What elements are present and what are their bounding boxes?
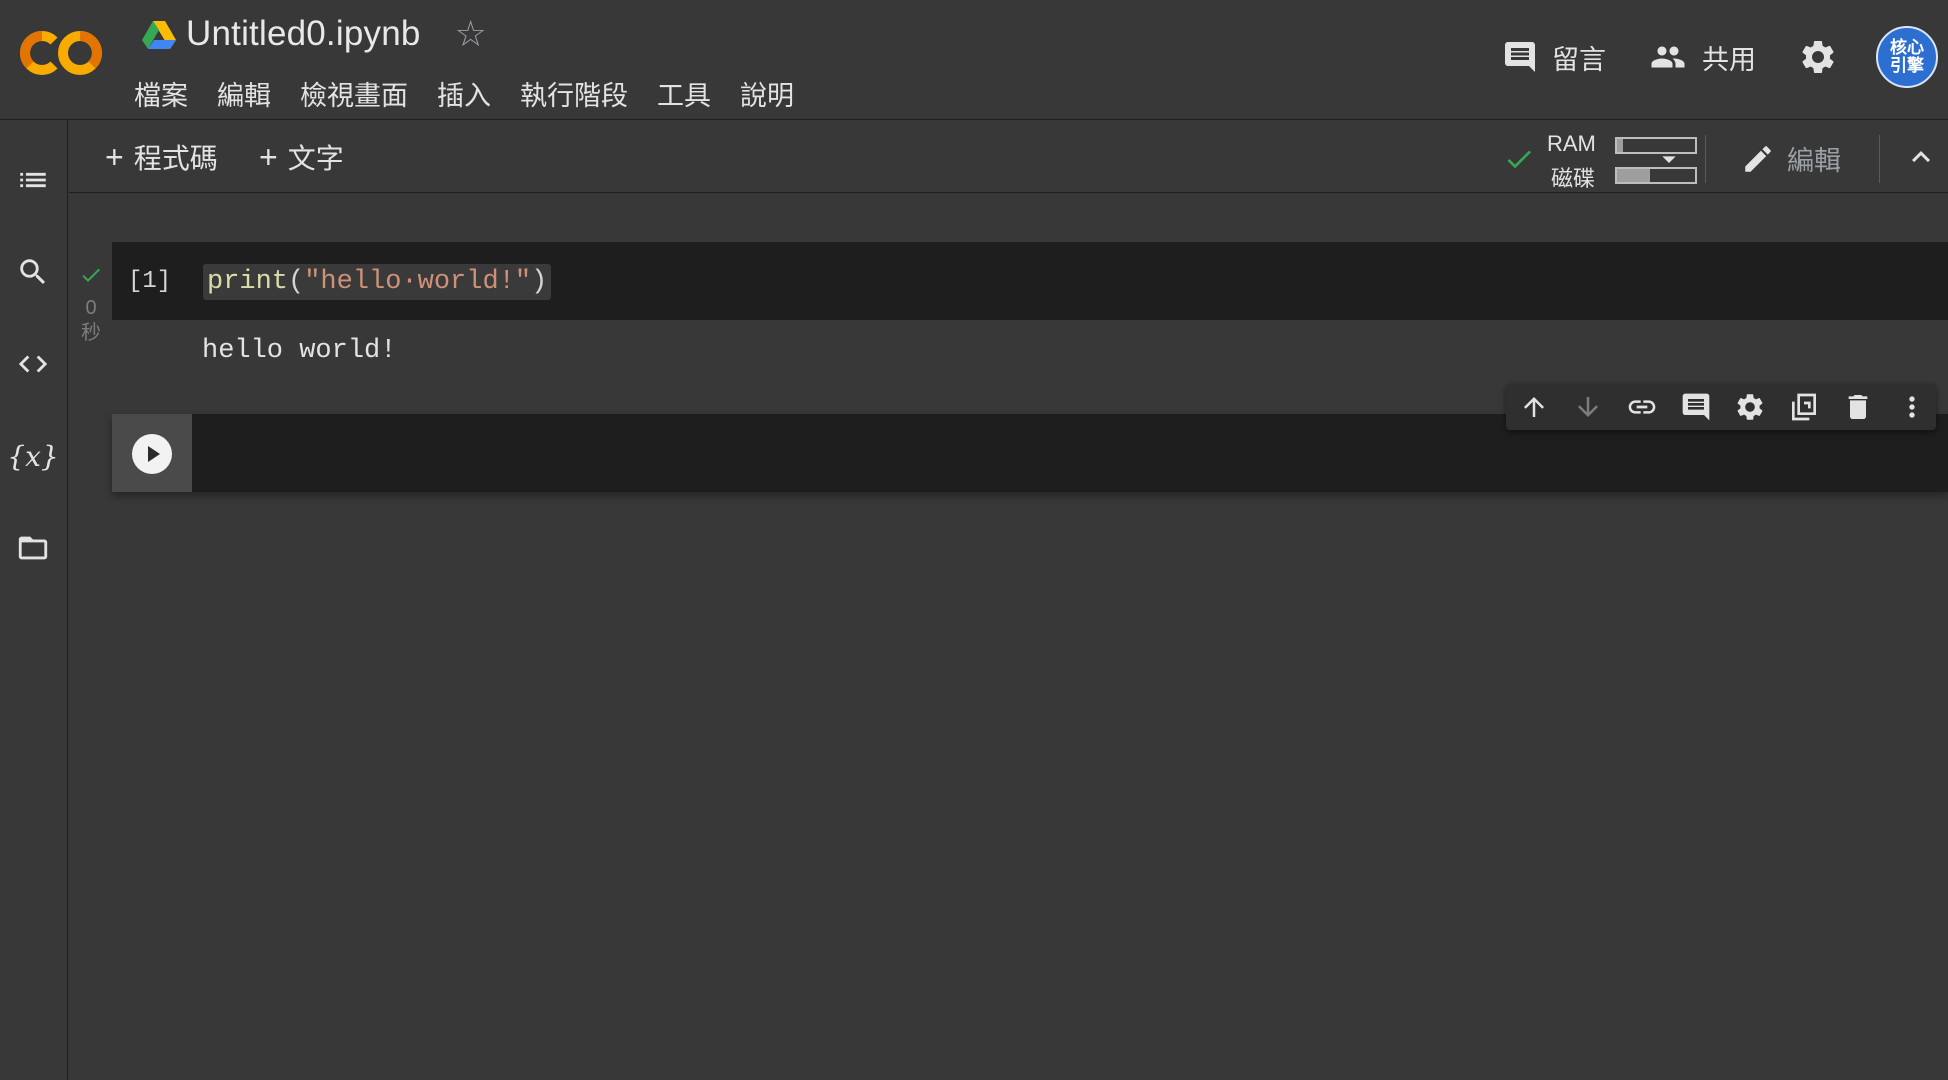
code-function: print (207, 267, 289, 297)
avatar-line-1: 核心 (1890, 38, 1924, 57)
mirror-cell-icon[interactable] (1788, 391, 1820, 423)
share-button[interactable]: 共用 (1648, 38, 1756, 77)
execution-count: [1] (128, 268, 172, 295)
add-code-label: 程式碼 (133, 143, 218, 174)
code-snippets-icon[interactable] (15, 346, 51, 382)
gear-icon[interactable] (1798, 37, 1838, 77)
add-text-button[interactable]: + 文字 (259, 137, 344, 177)
menu-file[interactable]: 檔案 (134, 74, 188, 113)
plus-icon: + (259, 138, 278, 175)
cell-toolbar (1506, 384, 1936, 430)
run-cell-area (112, 414, 192, 492)
comment-icon (1505, 42, 1535, 72)
chevron-down-icon[interactable] (1653, 143, 1685, 175)
disk-bar-fill (1617, 169, 1650, 182)
toolbar-divider (1879, 135, 1880, 183)
people-icon (1651, 46, 1685, 68)
chevron-up-icon[interactable] (1903, 139, 1939, 175)
title-row: Untitled0.ipynb ☆ (142, 12, 487, 56)
move-down-icon[interactable] (1572, 391, 1604, 423)
menu-view[interactable]: 檢視畫面 (300, 74, 408, 113)
pencil-icon (1745, 145, 1771, 172)
ram-bar-fill (1617, 139, 1624, 152)
menu-insert[interactable]: 插入 (437, 74, 491, 113)
notebook-toolbar: + 程式碼 + 文字 RAM 磁碟 編輯 (69, 121, 1948, 193)
check-icon (82, 268, 100, 282)
star-icon[interactable]: ☆ (455, 16, 487, 52)
notebook-title[interactable]: Untitled0.ipynb (186, 14, 421, 54)
run-cell-button[interactable] (132, 434, 172, 474)
avatar-line-2: 引擎 (1890, 56, 1924, 75)
edit-label: 編輯 (1787, 146, 1841, 176)
variables-icon[interactable]: {𝑥} (7, 438, 58, 474)
files-icon[interactable] (15, 530, 51, 566)
share-label: 共用 (1702, 44, 1756, 75)
search-icon[interactable] (15, 254, 51, 290)
menu-help[interactable]: 說明 (740, 74, 794, 113)
code-editor[interactable]: print("hello·world!") (203, 264, 552, 300)
cell-exec-status[interactable]: 0 秒 (78, 263, 104, 346)
exec-time: 0 (85, 297, 97, 319)
user-avatar[interactable]: 核心 引擎 (1876, 26, 1938, 88)
google-drive-icon (142, 21, 176, 49)
menu-runtime[interactable]: 執行階段 (520, 74, 628, 113)
plus-icon: + (105, 138, 124, 175)
move-up-icon[interactable] (1518, 391, 1550, 423)
code-paren-close: ) (531, 267, 548, 297)
edit-mode-button[interactable]: 編輯 (1741, 139, 1841, 178)
code-string: "hello·world!" (304, 267, 532, 297)
menu-tools[interactable]: 工具 (657, 74, 711, 113)
colab-logo[interactable] (20, 28, 104, 78)
play-icon (148, 446, 160, 462)
delete-icon[interactable] (1842, 391, 1874, 423)
comment-icon[interactable] (1680, 391, 1712, 423)
connected-check-icon (1507, 150, 1531, 169)
header-actions: 留言 共用 核心 引擎 (1502, 22, 1948, 92)
app-header: Untitled0.ipynb ☆ 檔案 編輯 檢視畫面 插入 執行階段 工具 … (0, 0, 1948, 120)
cell-output: hello world! (202, 336, 397, 366)
left-sidebar: {𝑥} (0, 120, 68, 1080)
toolbar-divider (1705, 135, 1706, 183)
add-text-label: 文字 (287, 143, 344, 174)
exec-time-unit: 秒 (81, 322, 101, 344)
resources-indicator[interactable]: RAM 磁碟 (1503, 127, 1743, 191)
ram-label: RAM (1547, 131, 1596, 156)
comment-button[interactable]: 留言 (1502, 38, 1606, 77)
more-icon[interactable] (1896, 391, 1928, 423)
add-code-button[interactable]: + 程式碼 (105, 137, 218, 177)
table-of-contents-icon[interactable] (15, 162, 51, 198)
code-paren-open: ( (288, 267, 305, 297)
link-icon[interactable] (1626, 391, 1658, 423)
comment-label: 留言 (1552, 44, 1606, 75)
menu-bar: 檔案 編輯 檢視畫面 插入 執行階段 工具 說明 (134, 74, 823, 113)
disk-label: 磁碟 (1551, 166, 1596, 191)
menu-edit[interactable]: 編輯 (217, 74, 271, 113)
settings-icon[interactable] (1734, 391, 1766, 423)
